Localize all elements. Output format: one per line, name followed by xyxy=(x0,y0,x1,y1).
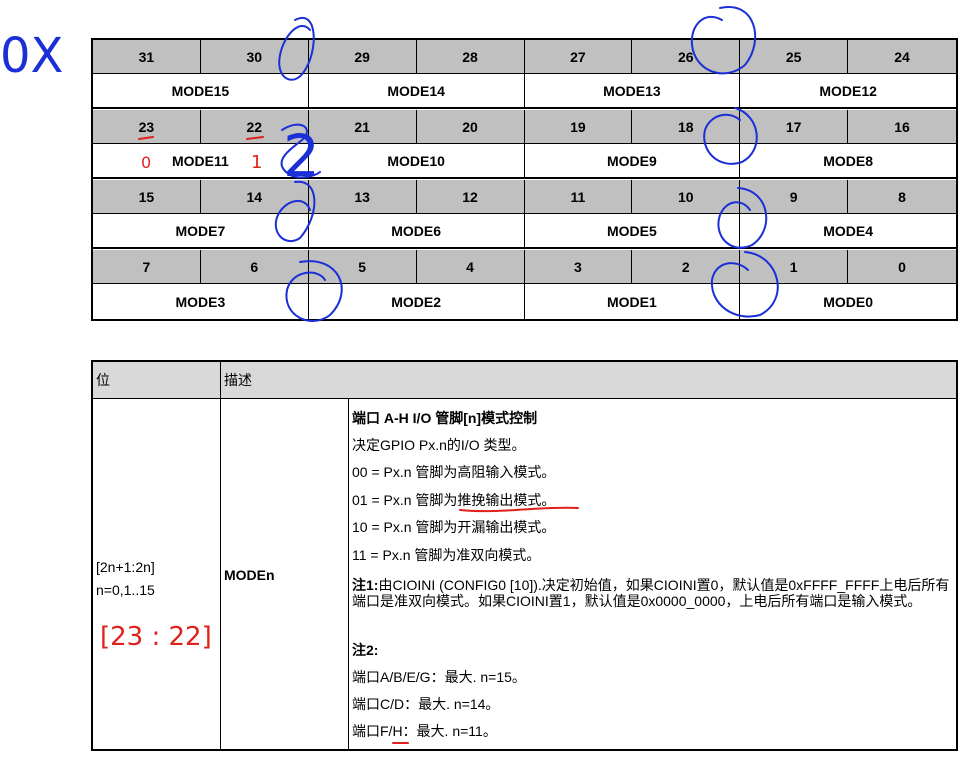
bit-range: [2n+1:2n] n=0,1..15 xyxy=(96,556,155,602)
port-limit-abeg: 端口A/B/E/G：最大. n=15。 xyxy=(352,669,526,685)
bit-number-row: 31 30 29 28 27 26 25 24 xyxy=(93,40,956,74)
mode-field-cell: MODE7 xyxy=(93,214,309,247)
bit-cell: 24 xyxy=(894,48,910,65)
bit-cell: 1 xyxy=(740,250,849,283)
header-bit: 位 xyxy=(93,362,221,398)
bit-cell: 15 xyxy=(93,180,201,213)
bit-cell: 12 xyxy=(417,180,525,213)
bit-cell: 16 xyxy=(894,118,910,135)
bit-number-row: 7 6 5 4 3 2 1 0 xyxy=(93,250,956,284)
table-row: [2n+1:2n] n=0,1..15 MODEn 端口 A-H I/O 管脚[… xyxy=(93,399,956,749)
bit-cell: 4 xyxy=(417,250,525,283)
mode-field-cell: MODE13 xyxy=(525,74,741,107)
bit-cell: 28 xyxy=(417,40,525,73)
bit-column: [2n+1:2n] n=0,1..15 xyxy=(93,399,221,749)
bit-cell: 10 xyxy=(632,180,741,213)
bit-number-row: 15 14 13 12 11 10 9 8 xyxy=(93,180,956,214)
table-header: 位 描述 xyxy=(93,362,956,399)
port-limit-fh: 端口F/H：最大. n=11。 xyxy=(352,723,497,739)
bit-cell: 18 xyxy=(632,110,741,143)
corner-handwriting: 0X xyxy=(0,28,63,84)
description-column: 端口 A-H I/O 管脚[n]模式控制 决定GPIO Px.n的I/O 类型。… xyxy=(349,399,956,749)
bit-cell: 2 xyxy=(632,250,741,283)
bit-cell: 9 xyxy=(740,180,849,213)
bit-cell: 27 xyxy=(525,40,633,73)
bit-cell: 3 xyxy=(525,250,633,283)
bit-cell: 20 xyxy=(417,110,525,143)
mode-field-cell: MODE3 xyxy=(93,284,309,319)
mode-field-cell: MODE11 xyxy=(93,144,309,177)
bit-cell: 26 xyxy=(632,40,741,73)
description-title: 端口 A-H I/O 管脚[n]模式控制 xyxy=(352,410,538,426)
mode-field-cell: MODE14 xyxy=(309,74,525,107)
register-bit-table: 31 30 29 28 27 26 25 24 MODE15 MODE14 MO… xyxy=(91,38,958,321)
field-description-table: 位 描述 [2n+1:2n] n=0,1..15 MODEn 端口 A-H I/… xyxy=(91,360,958,751)
mode-field-row: MODE7 MODE6 MODE5 MODE4 xyxy=(93,214,956,249)
bit-cell: 31 xyxy=(93,40,201,73)
bit-cell: 19 xyxy=(525,110,633,143)
mode-field-cell: MODE1 xyxy=(525,284,741,319)
bit-cell: 30 xyxy=(201,40,309,73)
mode-field-cell: MODE9 xyxy=(525,144,741,177)
bit-cell: 5 xyxy=(309,250,417,283)
header-description: 描述 xyxy=(224,372,252,388)
mode-field-cell: MODE6 xyxy=(309,214,525,247)
bit-cell: 8 xyxy=(898,188,906,205)
note-1-text: 由CIOINI (CONFIG0 [10]).决定初始值，如果CIOINI置0，… xyxy=(352,577,950,609)
mode-field-cell: MODE8 xyxy=(823,152,874,169)
bit-cell: 21 xyxy=(309,110,417,143)
mode-field-cell: MODE15 xyxy=(93,74,309,107)
mode-field-row: MODE3 MODE2 MODE1 MODE0 xyxy=(93,284,956,319)
mode-field-cell: MODE10 xyxy=(309,144,525,177)
description-intro: 决定GPIO Px.n的I/O 类型。 xyxy=(352,437,526,453)
mode-option-01: 01 = Px.n 管脚为推挽输出模式。 xyxy=(352,492,556,508)
note-1: 注1:由CIOINI (CONFIG0 [10]).决定初始值，如果CIOINI… xyxy=(352,577,958,609)
bit-cell: 0 xyxy=(898,258,906,275)
mode-field-cell: MODE0 xyxy=(823,293,874,310)
note-1-label: 注1: xyxy=(352,577,379,593)
name-column: MODEn xyxy=(221,399,349,749)
bit-cell: 22 xyxy=(201,110,309,143)
mode-option-10: 10 = Px.n 管脚为开漏输出模式。 xyxy=(352,519,556,535)
bit-cell: 11 xyxy=(525,180,633,213)
mode-field-cell: MODE5 xyxy=(525,214,741,247)
port-limit-cd: 端口C/D：最大. n=14。 xyxy=(352,696,500,712)
field-name: MODEn xyxy=(224,567,275,583)
mode-field-cell: MODE2 xyxy=(309,284,525,319)
bit-cell: 6 xyxy=(201,250,309,283)
mode-field-cell: MODE4 xyxy=(823,222,874,239)
bit-cell: 29 xyxy=(309,40,417,73)
note-2-label: 注2: xyxy=(352,642,379,658)
mode-field-cell: MODE12 xyxy=(819,82,877,99)
mode-field-row: MODE15 MODE14 MODE13 MODE12 xyxy=(93,74,956,109)
bit-cell: 23 xyxy=(93,110,201,143)
bit-cell: 17 xyxy=(740,110,849,143)
mode-field-row: MODE11 MODE10 MODE9 MODE8 xyxy=(93,144,956,179)
bit-cell: 13 xyxy=(309,180,417,213)
mode-option-11: 11 = Px.n 管脚为准双向模式。 xyxy=(352,547,541,563)
bit-range-formula: [2n+1:2n] xyxy=(96,559,155,575)
bit-cell: 14 xyxy=(201,180,309,213)
bit-cell: 25 xyxy=(740,40,849,73)
bit-cell: 7 xyxy=(93,250,201,283)
bit-number-row: 23 22 21 20 19 18 17 16 xyxy=(93,110,956,144)
n-range: n=0,1..15 xyxy=(96,582,155,598)
mode-option-00: 00 = Px.n 管脚为高阻输入模式。 xyxy=(352,464,556,480)
